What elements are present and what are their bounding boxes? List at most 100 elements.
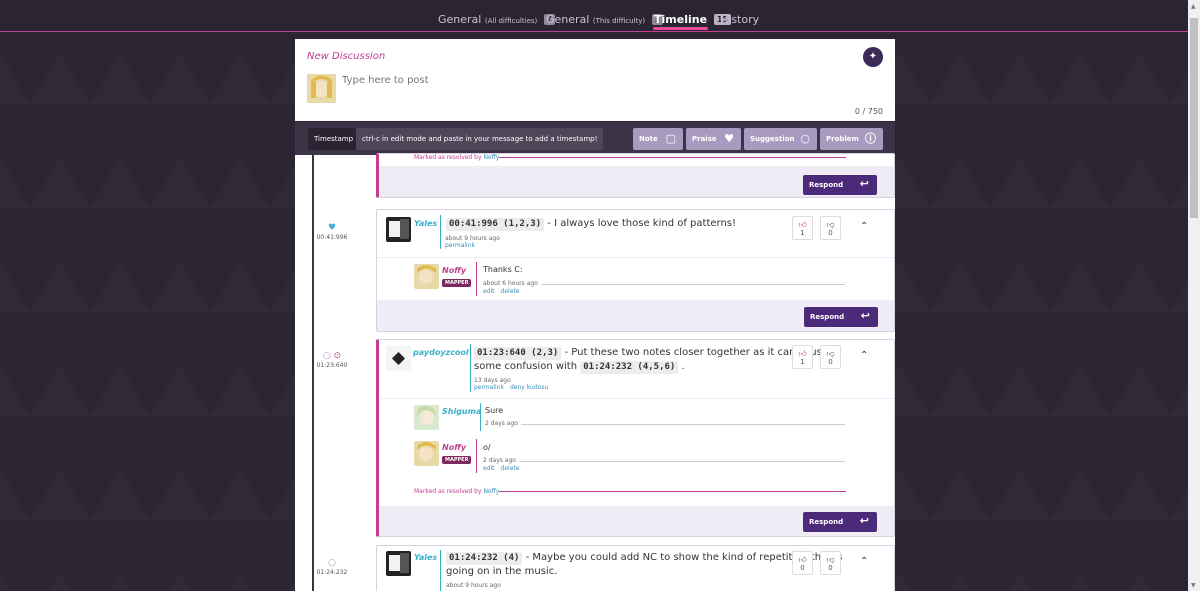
new-discussion-title: New Discussion (307, 51, 386, 62)
tab-bar: General (All difficulties) 7 General (Th… (0, 0, 1200, 32)
marker-time: 00:41:996 (316, 234, 348, 241)
username[interactable]: Yales (414, 219, 437, 228)
respond-label: Respond (809, 518, 844, 526)
new-discussion-panel: New Discussion ✦ Type here to post 0 / 7… (295, 39, 895, 121)
tab-general-this[interactable]: General (This difficulty) 2 (546, 13, 663, 26)
thumbs-up-icon: 👍︎ (798, 349, 807, 358)
problem-button[interactable]: Problem ⓘ (820, 128, 883, 150)
reply-links: edit delete (483, 465, 525, 472)
avatar (386, 217, 411, 242)
collapse-chevron-icon[interactable]: ⌃ (860, 350, 868, 361)
suggestion-button[interactable]: Suggestion ○ (744, 128, 817, 150)
reply-time: about 6 hours ago (483, 280, 541, 287)
delete-link[interactable]: delete (501, 288, 520, 295)
suggestion-resolved-icon: ○ ⊙ (322, 351, 342, 361)
discussion-card: paydoyzcool 01:23:640 (2,3) - Put these … (376, 339, 895, 537)
delete-link[interactable]: delete (501, 465, 520, 472)
downvote-button[interactable]: 👎︎ 0 (820, 345, 841, 369)
username[interactable]: Noffy (442, 443, 466, 452)
timeline-marker[interactable]: ♥ 00:41:996 (312, 223, 352, 241)
timeline-line (312, 155, 314, 591)
praise-button[interactable]: Praise ♥ (686, 128, 741, 150)
collapse-chevron-icon[interactable]: ⌃ (860, 556, 868, 567)
timeline-marker[interactable]: ○ ⊙ 01:23:640 (312, 351, 352, 369)
discussion-message: 00:41:996 (1,2,3) - I always love those … (446, 217, 736, 231)
discussion-message: 01:23:640 (2,3) - Put these two notes cl… (474, 347, 828, 374)
tab-history[interactable]: History (720, 13, 759, 26)
reply-arrow-icon: ↩ (859, 177, 869, 190)
reply-message: Sure (485, 406, 504, 415)
circle-icon: ○ (800, 132, 810, 145)
reply: Noffy MAPPER Thanks C: about 6 hours ago… (377, 258, 894, 300)
deny-kudosu-link[interactable]: deny kudosu (510, 384, 548, 391)
tab-sublabel: (This difficulty) (592, 17, 646, 25)
post-time: about 9 hours ago (446, 582, 501, 589)
respond-button[interactable]: Respond ↩ (803, 512, 877, 532)
marker-time: 01:23:640 (316, 362, 348, 369)
tab-label: General (438, 13, 482, 26)
respond-button[interactable]: Respond ↩ (804, 307, 878, 327)
username[interactable]: paydoyzcool (413, 348, 469, 357)
resolved-note: Marked as resolved by Noffy (414, 154, 500, 161)
praise-button-label: Praise (692, 135, 717, 143)
divider (476, 262, 477, 296)
heart-icon: ♥ (724, 132, 734, 145)
discussion-card: Marked as resolved by Noffy Respond ↩ (376, 153, 895, 198)
permalink-link[interactable]: permalink (474, 384, 504, 391)
upvote-button[interactable]: 👍︎ 1 (792, 216, 813, 240)
alert-icon: ⓘ (865, 132, 876, 145)
scroll-up-icon[interactable]: ▲ (1191, 3, 1196, 10)
reply-time: 2 days ago (483, 457, 519, 464)
avatar (414, 441, 439, 466)
circle-icon: ○ (328, 558, 336, 568)
collapse-chevron-icon[interactable]: ⌃ (860, 221, 868, 232)
downvote-button[interactable]: 👎︎ 0 (820, 551, 841, 575)
thumbs-up-icon: 👍︎ (798, 220, 807, 229)
divider (480, 403, 481, 431)
reply-arrow-icon: ↩ (860, 309, 870, 322)
timestamp-link[interactable]: 01:23:640 (2,3) (474, 347, 562, 360)
discussion-card: Yales 01:24:232 (4) - Maybe you could ad… (376, 545, 895, 591)
timestamp-link[interactable]: 01:24:232 (4,5,6) (580, 361, 679, 374)
username[interactable]: Shiguma (442, 407, 481, 416)
scroll-down-icon[interactable]: ▼ (1191, 582, 1196, 589)
resolved-note: Marked as resolved by Noffy (414, 488, 500, 495)
tab-label: Timeline (654, 13, 708, 26)
mapper-badge: MAPPER (442, 279, 472, 287)
reply-links: edit delete (483, 288, 525, 295)
reply-message: Thanks C: (483, 265, 523, 274)
divider (476, 439, 477, 473)
downvote-button[interactable]: 👎︎ 0 (820, 216, 841, 240)
post-input[interactable]: Type here to post (342, 75, 429, 86)
note-button-label: Note (639, 135, 658, 143)
note-button[interactable]: Note ▢ (633, 128, 683, 150)
avatar (386, 346, 411, 371)
tab-general-all[interactable]: General (All difficulties) 7 (438, 13, 555, 26)
reply-message: o/ (483, 443, 491, 452)
username[interactable]: Noffy (442, 266, 466, 275)
username[interactable]: Yales (414, 553, 437, 562)
pin-icon[interactable]: ✦ (863, 47, 883, 67)
resolved-divider (499, 157, 846, 158)
permalink-link[interactable]: permalink (445, 242, 475, 249)
scrollbar[interactable]: ▲ ▼ (1188, 0, 1200, 591)
edit-link[interactable]: edit (483, 465, 495, 472)
respond-button[interactable]: Respond ↩ (803, 175, 877, 195)
divider (440, 215, 441, 249)
timestamp-link[interactable]: 00:41:996 (1,2,3) (446, 218, 545, 231)
timestamp-link[interactable]: 01:24:232 (4) (446, 552, 523, 565)
upvote-button[interactable]: 👍︎ 1 (792, 345, 813, 369)
post-toolbar: Timestamp ctrl-c in edit mode and paste … (295, 122, 895, 155)
timeline-marker[interactable]: ○ 01:24:232 (312, 558, 352, 576)
respond-label: Respond (810, 313, 845, 321)
tab-label: General (546, 13, 590, 26)
timeline: ♥ 00:41:996 ○ ⊙ 01:23:640 ○ 01:24:232 Ma… (295, 153, 895, 591)
thumbs-down-icon: 👎︎ (826, 349, 835, 358)
divider (440, 550, 441, 591)
edit-link[interactable]: edit (483, 288, 495, 295)
scroll-thumb[interactable] (1190, 18, 1198, 218)
reply-list: Shiguma Sure 2 days ago Noffy MAPPER o/ … (379, 399, 894, 506)
upvote-button[interactable]: 👍︎ 0 (792, 551, 813, 575)
discussion-message: 01:24:232 (4) - Maybe you could add NC t… (446, 552, 843, 577)
divider (470, 344, 471, 392)
